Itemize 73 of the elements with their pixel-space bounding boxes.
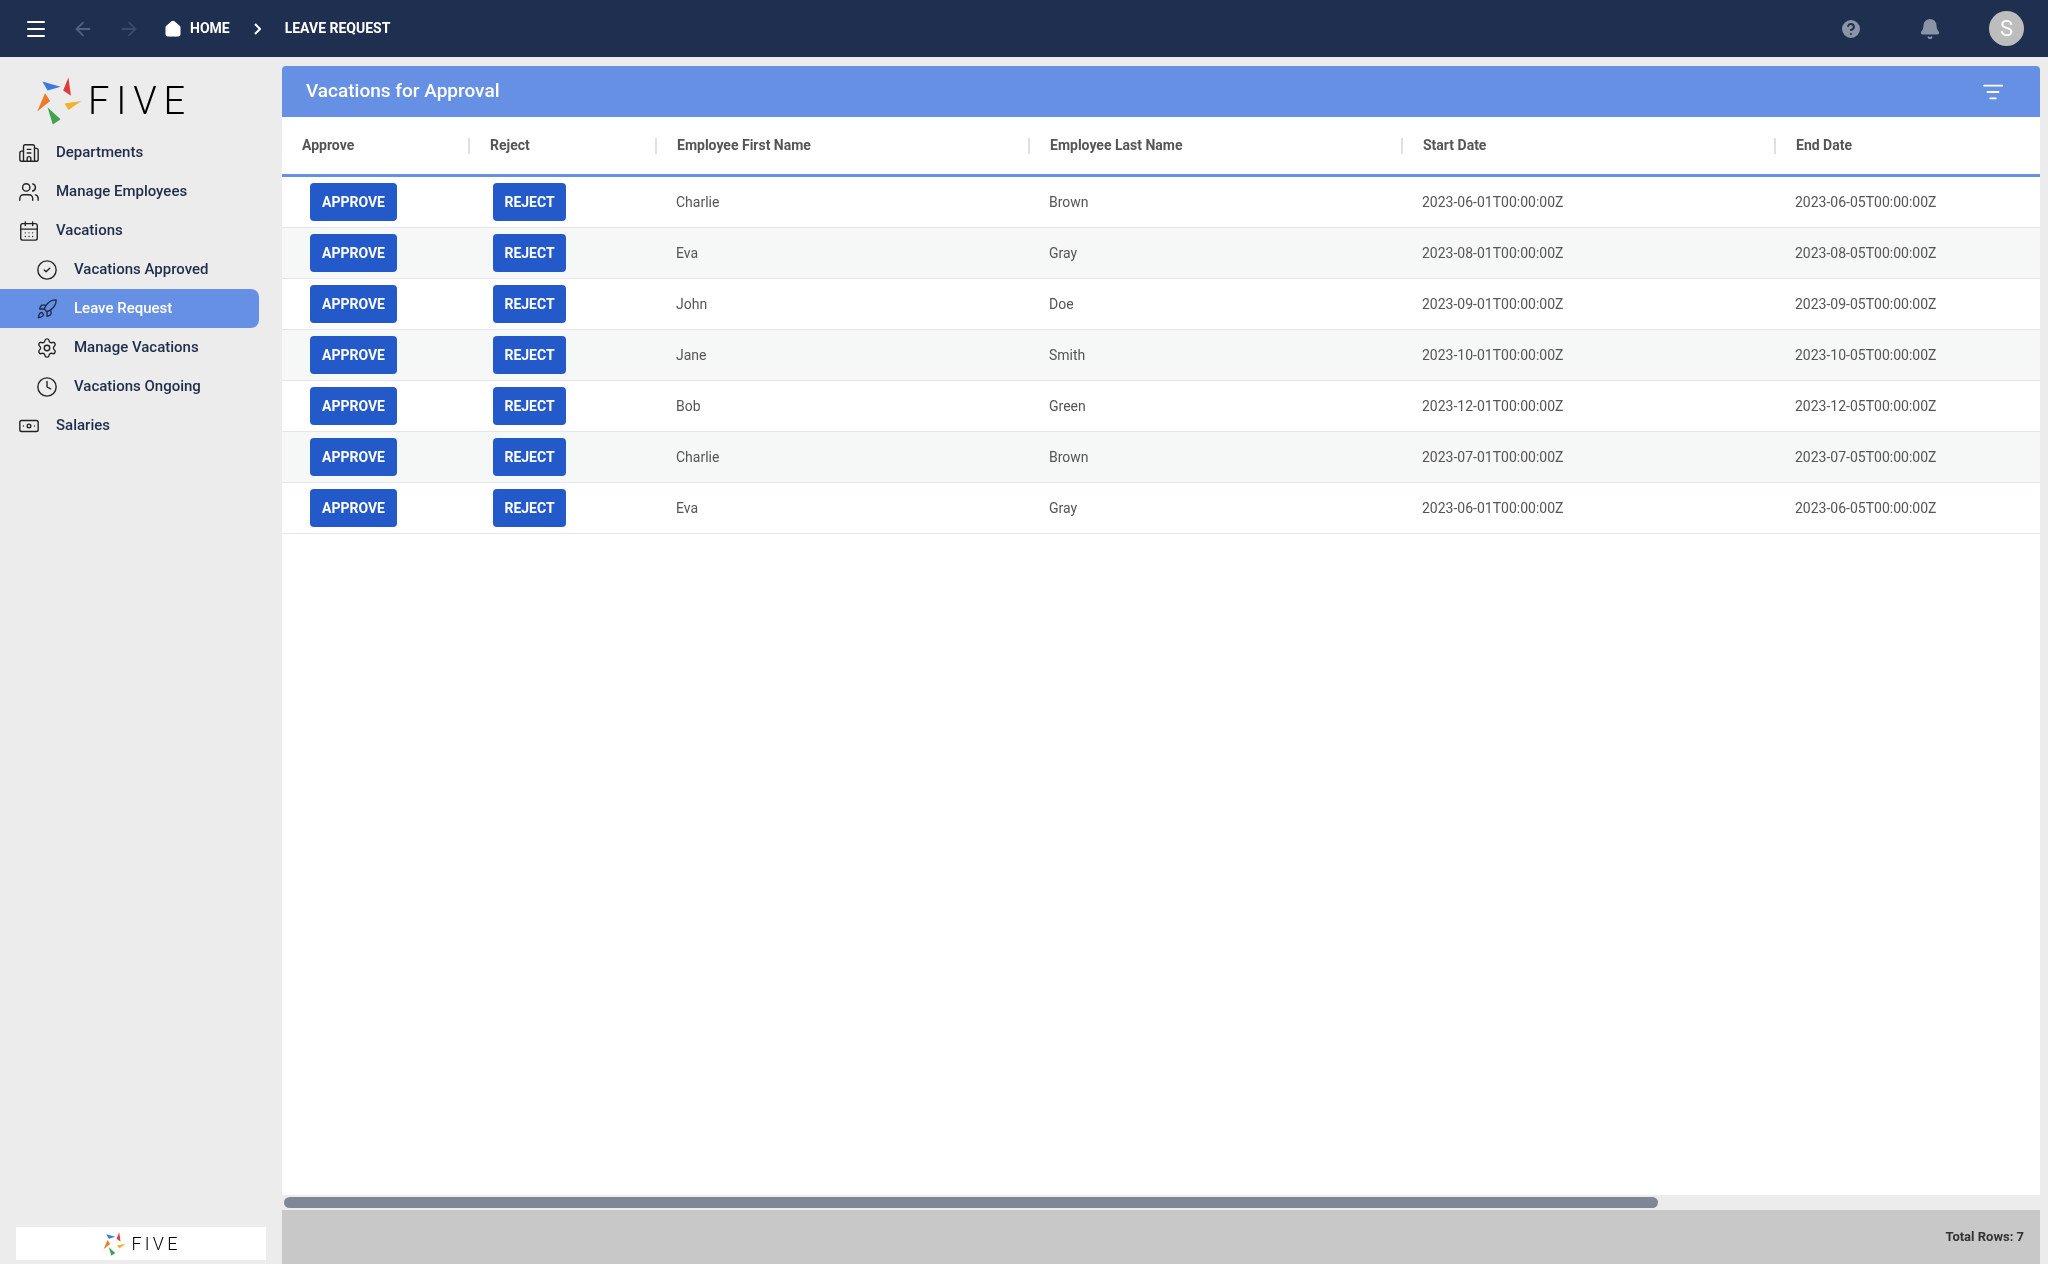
check-circle-icon (36, 258, 58, 281)
reject-button[interactable]: REJECT (493, 336, 566, 374)
table-cell-text: 2023-10-05T00:00:00Z (1794, 345, 1938, 365)
column-header[interactable]: End Date (1776, 135, 1852, 156)
reject-button[interactable]: REJECT (493, 183, 566, 221)
table-cell-text: 2023-07-05T00:00:00Z (1794, 447, 1938, 467)
clock-icon (36, 375, 58, 398)
calendar-icon (18, 219, 40, 242)
table-cell-text: 2023-08-05T00:00:00Z (1794, 243, 1938, 263)
rocket-icon (36, 297, 58, 320)
gear-icon (36, 336, 58, 359)
table-cell-text: 2023-08-01T00:00:00Z (1421, 243, 1565, 263)
approve-button[interactable]: APPROVE (310, 489, 397, 527)
table-cell-text: Charlie (675, 447, 721, 467)
sidebar-item[interactable]: Vacations (0, 211, 259, 250)
logo-text: FIVE (131, 1234, 181, 1253)
reject-button[interactable]: REJECT (493, 285, 566, 323)
column-header[interactable]: Approve (282, 135, 355, 156)
table-cell-text: Eva (675, 243, 700, 263)
column-header[interactable]: Employee First Name (657, 135, 811, 156)
table-cell-text: Brown (1048, 192, 1090, 212)
panel-title: Vacations for Approval (306, 78, 500, 105)
column-header[interactable]: Reject (470, 135, 530, 156)
reject-button[interactable]: REJECT (493, 234, 566, 272)
table-cell-text: 2023-06-01T00:00:00Z (1421, 498, 1565, 518)
home-icon (164, 19, 182, 38)
scrollbar-thumb[interactable] (284, 1197, 1658, 1208)
column-header[interactable]: Employee Last Name (1030, 135, 1183, 156)
table-cell-text: Brown (1048, 447, 1090, 467)
table-cell-text: 2023-09-05T00:00:00Z (1794, 294, 1938, 314)
reject-button[interactable]: REJECT (493, 387, 566, 425)
table-cell-text: 2023-06-01T00:00:00Z (1421, 192, 1565, 212)
table-cell-text: Jane (675, 345, 708, 365)
table-cell-text: John (675, 294, 709, 314)
breadcrumb-link[interactable]: HOME (164, 18, 230, 39)
table-cell-text: Smith (1048, 345, 1087, 365)
approve-button[interactable]: APPROVE (310, 234, 397, 272)
approve-button[interactable]: APPROVE (310, 438, 397, 476)
reject-button[interactable]: REJECT (493, 489, 566, 527)
sidebar-item[interactable]: Salaries (0, 406, 259, 445)
sidebar-item[interactable]: Departments (0, 133, 259, 172)
table-cell-text: Gray (1048, 243, 1079, 263)
table-cell-text: 2023-12-01T00:00:00Z (1421, 396, 1565, 416)
sidebar-item[interactable]: Leave Request (0, 289, 259, 328)
total-rows-text: Total Rows: 7 (1945, 1228, 2024, 1247)
table-cell-text: 2023-10-01T00:00:00Z (1421, 345, 1565, 365)
sidebar-item[interactable]: Vacations Approved (0, 250, 259, 289)
logo-text: FIVE (88, 82, 192, 120)
approve-button[interactable]: APPROVE (310, 387, 397, 425)
column-header[interactable]: Start Date (1403, 135, 1487, 156)
approve-button[interactable]: APPROVE (310, 285, 397, 323)
table-cell-text: Green (1048, 396, 1087, 416)
building-icon (18, 141, 40, 164)
table-cell-text: Gray (1048, 498, 1079, 518)
table-cell-text: 2023-06-05T00:00:00Z (1794, 192, 1938, 212)
table-cell-text: Eva (675, 498, 700, 518)
table-cell-text: 2023-07-01T00:00:00Z (1421, 447, 1565, 467)
sidebar-item[interactable]: Vacations Ongoing (0, 367, 259, 406)
bell-icon[interactable] (1919, 17, 1941, 40)
approve-button[interactable]: APPROVE (310, 183, 397, 221)
table-cell-text: Doe (1048, 294, 1075, 314)
sidebar-item[interactable]: Manage Vacations (0, 328, 259, 367)
reject-button[interactable]: REJECT (493, 438, 566, 476)
table-cell-text: Charlie (675, 192, 721, 212)
table-cell-text: Bob (675, 396, 702, 416)
people-icon (18, 180, 40, 203)
table-cell-text: 2023-06-05T00:00:00Z (1794, 498, 1938, 518)
sidebar-item[interactable]: Manage Employees (0, 172, 259, 211)
table-cell-text: 2023-12-05T00:00:00Z (1794, 396, 1938, 416)
chevron-icon (253, 22, 261, 35)
table-cell-text: 2023-09-01T00:00:00Z (1421, 294, 1565, 314)
breadcrumb-link[interactable]: LEAVE REQUEST (284, 18, 391, 39)
approve-button[interactable]: APPROVE (310, 336, 397, 374)
